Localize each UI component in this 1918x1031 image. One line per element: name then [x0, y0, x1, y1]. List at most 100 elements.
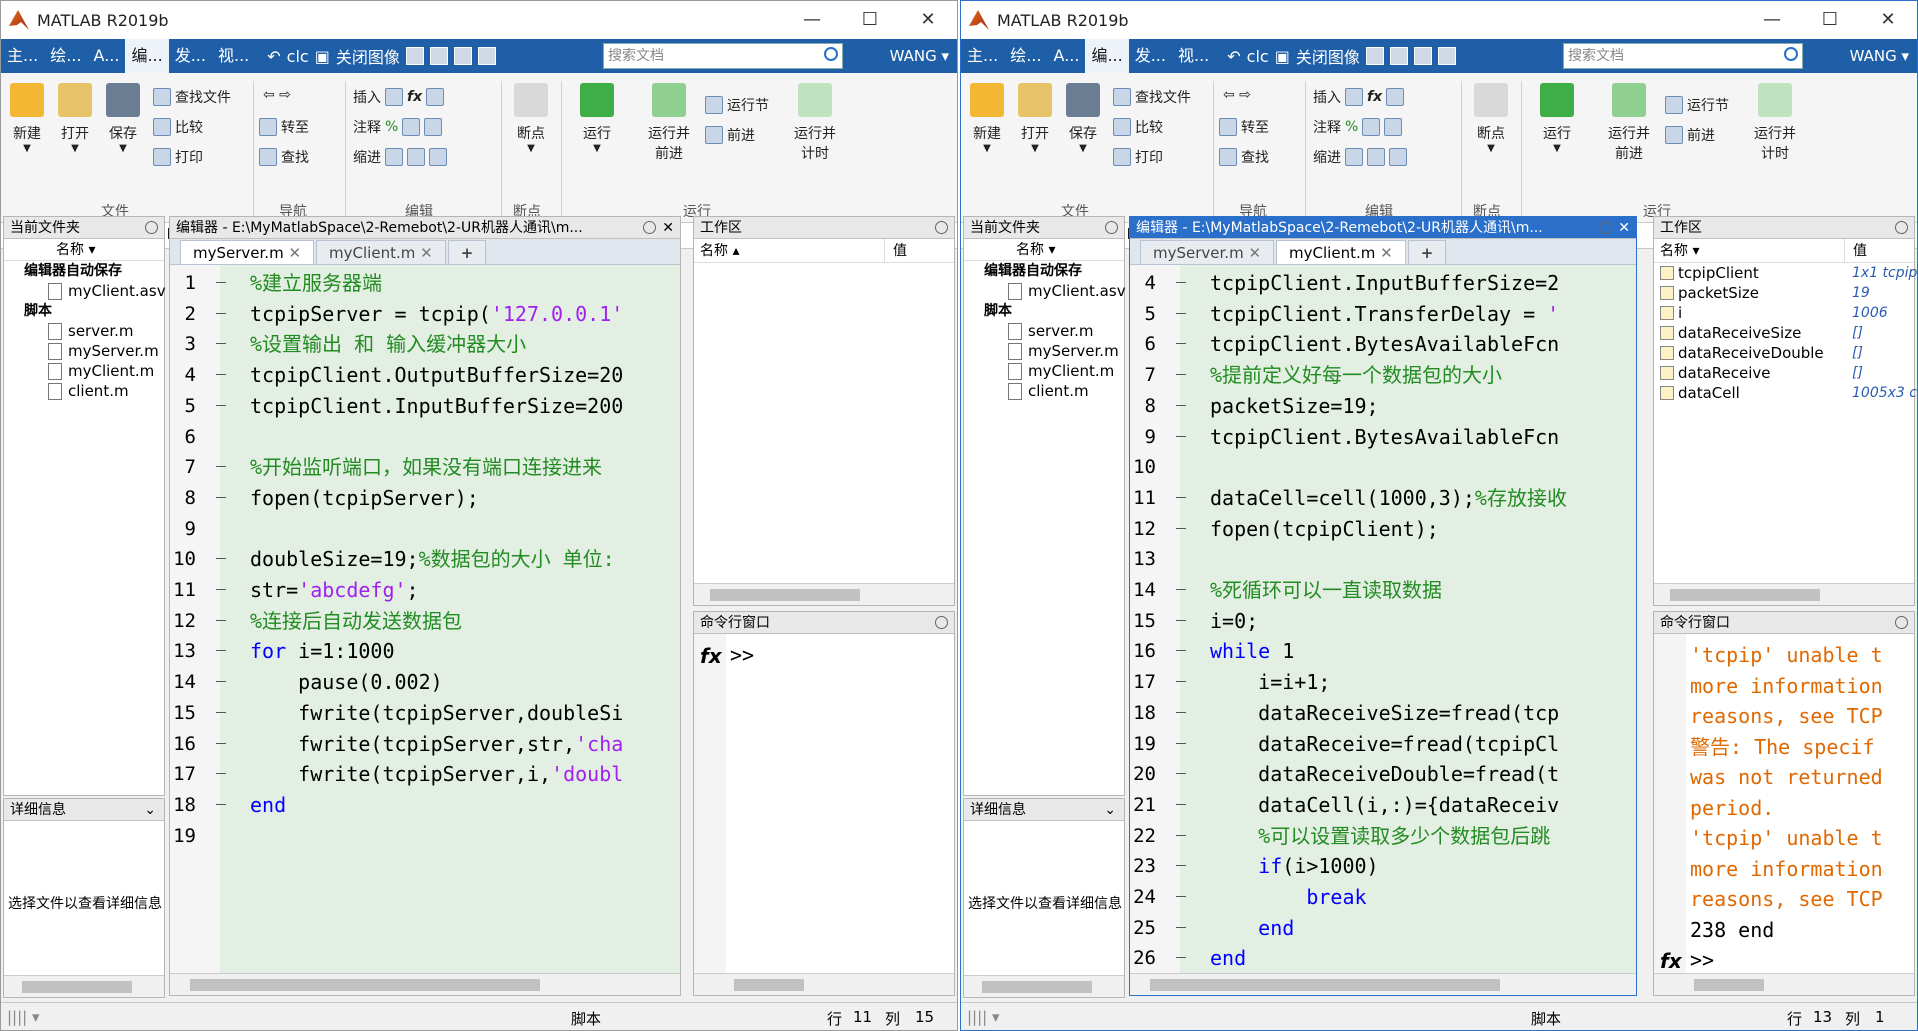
code-line[interactable]: fwrite(tcpipServer,str,'cha — [250, 729, 623, 759]
breakpoint-dash[interactable] — [216, 343, 226, 345]
close-figures-button[interactable]: 关闭图像 — [336, 44, 400, 68]
file-item[interactable]: myServer.m — [4, 341, 164, 361]
compare-button[interactable]: 比较 — [153, 117, 203, 137]
breakpoint-dash[interactable] — [1176, 343, 1186, 345]
breakpoint-dash[interactable] — [1176, 650, 1186, 652]
breakpoint-dash[interactable] — [216, 496, 226, 498]
close-figures-button[interactable]: 关闭图像 — [1296, 44, 1360, 68]
line-number[interactable]: 6 — [170, 422, 220, 452]
goto-button[interactable]: 转至 — [1219, 117, 1269, 137]
ribbon-tab[interactable]: A... — [1048, 39, 1086, 73]
panel-menu-icon[interactable] — [1895, 221, 1908, 234]
outdent-icon[interactable] — [407, 148, 425, 166]
line-number[interactable]: 7 — [170, 452, 220, 482]
find-files-button[interactable]: 查找文件 — [153, 87, 231, 107]
breakpoint-dash[interactable] — [1176, 773, 1186, 775]
code-line[interactable]: i=0; — [1210, 606, 1258, 636]
line-number[interactable]: 12 — [170, 606, 220, 636]
line-number[interactable]: 14 — [170, 667, 220, 697]
search-icon[interactable] — [824, 47, 838, 61]
run-button[interactable]: 运行 ▼ — [1535, 77, 1579, 154]
user-account-menu[interactable]: WANG ▾ — [890, 39, 949, 73]
file-item[interactable]: myClient.m — [4, 361, 164, 381]
editor-tab[interactable]: myClient.m ✕ — [316, 240, 446, 264]
horizontal-scrollbar[interactable] — [170, 973, 680, 995]
breakpoint-dash[interactable] — [216, 619, 226, 621]
code-line[interactable]: tcpipClient.BytesAvailableFcn — [1210, 329, 1559, 359]
line-number[interactable]: 13 — [1130, 544, 1180, 574]
fx-icon[interactable]: fx — [1367, 89, 1382, 105]
breakpoint-dash[interactable] — [1176, 865, 1186, 867]
breakpoint-dash[interactable] — [1176, 312, 1186, 314]
breakpoint-dash[interactable] — [1176, 404, 1186, 406]
code-line[interactable]: fwrite(tcpipServer,doubleSi — [250, 698, 623, 728]
editor-close-icon[interactable]: ✕ — [662, 217, 674, 239]
code-line[interactable]: dataReceiveDouble=fread(t — [1210, 759, 1559, 789]
run-section-button[interactable]: 运行节 — [705, 95, 769, 115]
workspace-row[interactable]: tcpipClient 1x1 tcpip — [1654, 263, 1917, 283]
breakpoint-dash[interactable] — [216, 711, 226, 713]
code-line[interactable]: dataCell(i,:)={dataReceiv — [1210, 790, 1559, 820]
file-item[interactable]: server.m — [4, 321, 164, 341]
breakpoint-dash[interactable] — [216, 312, 226, 314]
code-line[interactable]: %提前定义好每一个数据包的大小 — [1210, 360, 1502, 390]
ribbon-tab[interactable]: 发... — [169, 39, 212, 73]
tree-section[interactable]: 脚本 — [4, 301, 164, 321]
file-item[interactable]: myServer.m — [964, 341, 1124, 361]
chevron-down-icon[interactable]: ⌄ — [1104, 799, 1116, 821]
ribbon-tab[interactable]: 主... — [961, 39, 1004, 73]
line-number[interactable]: 11 — [1130, 483, 1180, 513]
panel-header[interactable]: 详细信息 ⌄ — [964, 799, 1124, 821]
workspace-row[interactable]: i 1006 — [1654, 303, 1914, 323]
tab-close-icon[interactable]: ✕ — [1380, 244, 1393, 262]
line-number[interactable]: 18 — [170, 790, 220, 820]
file-item[interactable]: client.m — [964, 381, 1124, 401]
code-line[interactable]: fwrite(tcpipServer,i,'doubl — [250, 759, 623, 789]
breakpoint-dash[interactable] — [216, 589, 226, 590]
breakpoint-dash[interactable] — [1176, 834, 1186, 836]
line-number[interactable]: 19 — [170, 821, 220, 851]
chevron-down-icon[interactable]: ⌄ — [144, 799, 156, 821]
breakpoint-dash[interactable] — [1176, 282, 1186, 283]
panel-menu-icon[interactable] — [145, 221, 158, 234]
print-button[interactable]: 打印 — [1113, 147, 1163, 167]
cut-icon[interactable] — [1389, 47, 1408, 65]
line-number[interactable]: 13 — [170, 636, 220, 666]
code-line[interactable]: end — [1210, 943, 1246, 973]
breakpoint-dash[interactable] — [216, 742, 226, 744]
horizontal-scrollbar[interactable] — [1130, 973, 1636, 995]
line-number[interactable]: 19 — [1130, 729, 1180, 759]
breakpoint-dash[interactable] — [1176, 681, 1186, 683]
minimize-icon[interactable]: — — [1743, 1, 1801, 39]
line-number[interactable]: 9 — [170, 514, 220, 544]
ribbon-tab[interactable]: 编... — [1085, 39, 1129, 73]
tree-section[interactable]: 脚本 — [964, 301, 1124, 321]
line-number[interactable]: 2 — [170, 299, 220, 329]
code-line[interactable]: %连接后自动发送数据包 — [250, 606, 462, 636]
comment-button[interactable]: 注释% — [353, 117, 443, 137]
copy-icon[interactable] — [453, 47, 472, 65]
compare-button[interactable]: 比较 — [1113, 117, 1163, 137]
code-line[interactable]: i=i+1; — [1210, 667, 1330, 697]
breakpoint-dash[interactable] — [1176, 742, 1186, 744]
save-quick-icon[interactable] — [405, 47, 424, 65]
breakpoint-dash[interactable] — [216, 681, 226, 683]
find-button[interactable]: 查找 — [1219, 147, 1269, 167]
editor-tab[interactable]: myServer.m ✕ — [1140, 240, 1275, 264]
wrap-icon[interactable] — [424, 118, 443, 136]
breakpoint-dash[interactable] — [1176, 496, 1186, 498]
ribbon-tab[interactable]: 绘... — [44, 39, 87, 73]
ribbon-tab[interactable]: 发... — [1129, 39, 1172, 73]
open-button[interactable]: 打开 ▼ — [53, 77, 97, 154]
new-button[interactable]: 新建 ▼ — [965, 77, 1009, 154]
code-line[interactable]: pause(0.002) — [250, 667, 443, 697]
line-number[interactable]: 14 — [1130, 575, 1180, 605]
percent-icon[interactable]: % — [1345, 119, 1358, 135]
code-line[interactable]: fopen(tcpipServer); — [250, 483, 479, 513]
file-item[interactable]: server.m — [964, 321, 1124, 341]
breakpoint-dash[interactable] — [216, 404, 226, 406]
command-prompt[interactable]: >> — [730, 640, 754, 670]
code-line[interactable]: tcpipClient.InputBufferSize=2 — [1210, 268, 1559, 298]
horizontal-scrollbar[interactable] — [1654, 973, 1914, 995]
ribbon-tab[interactable]: A... — [88, 39, 126, 73]
